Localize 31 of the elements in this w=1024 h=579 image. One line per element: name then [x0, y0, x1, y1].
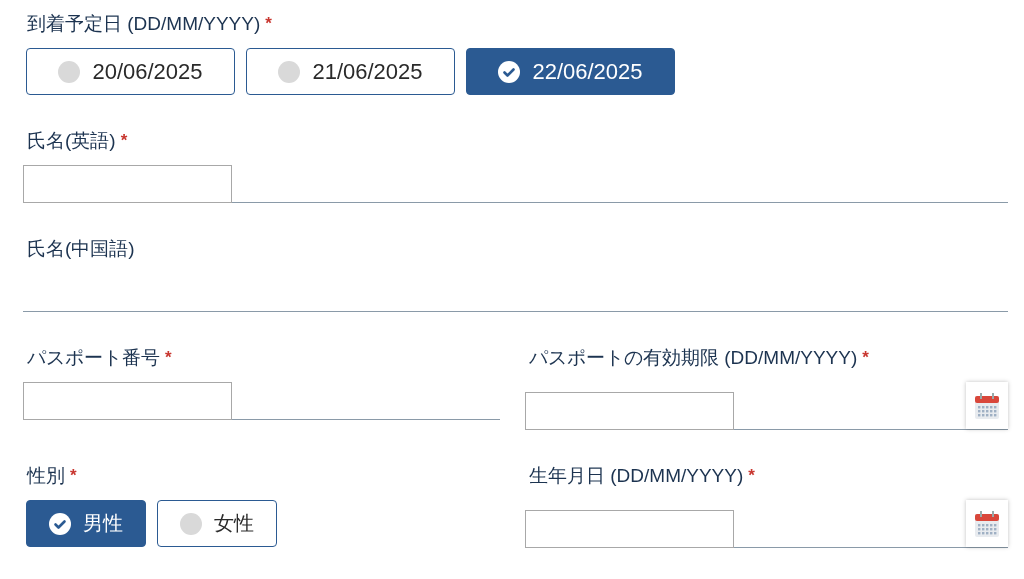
radio-option[interactable]: 男性: [26, 500, 146, 547]
field-label: パスポート番号: [27, 346, 160, 370]
required-mark: *: [265, 14, 272, 34]
required-mark: *: [165, 348, 172, 368]
required-mark: *: [70, 466, 77, 486]
required-mark: *: [862, 348, 869, 368]
calendar-button[interactable]: [966, 382, 1008, 429]
input-field[interactable]: [23, 165, 232, 203]
radio-dot: [58, 60, 81, 83]
calendar-button[interactable]: [966, 500, 1008, 547]
date-field[interactable]: [525, 392, 734, 430]
field-label: 到着予定日 (DD/MM/YYYY): [27, 12, 261, 36]
input-field[interactable]: [23, 382, 232, 420]
radio-dot: [180, 512, 202, 535]
radio-option[interactable]: 女性: [157, 500, 277, 547]
radio-option[interactable]: 20/06/2025: [26, 48, 235, 95]
required-mark: *: [748, 466, 755, 486]
required-mark: *: [120, 131, 128, 151]
check-icon: [49, 512, 71, 535]
check-icon: [498, 60, 521, 83]
date-field[interactable]: [525, 510, 734, 548]
calendar-icon: [975, 510, 999, 537]
field-label: 氏名(英語): [27, 129, 116, 153]
calendar-icon: [975, 392, 999, 419]
radio-option[interactable]: 22/06/2025: [466, 48, 675, 95]
field-label: 氏名(中国語): [27, 237, 135, 261]
radio-dot: [278, 60, 301, 83]
field-label: 性別: [27, 464, 65, 488]
field-label: 生年月日 (DD/MM/YYYY): [529, 464, 744, 488]
field-label: パスポートの有効期限 (DD/MM/YYYY): [529, 346, 858, 370]
radio-option[interactable]: 21/06/2025: [246, 48, 455, 95]
